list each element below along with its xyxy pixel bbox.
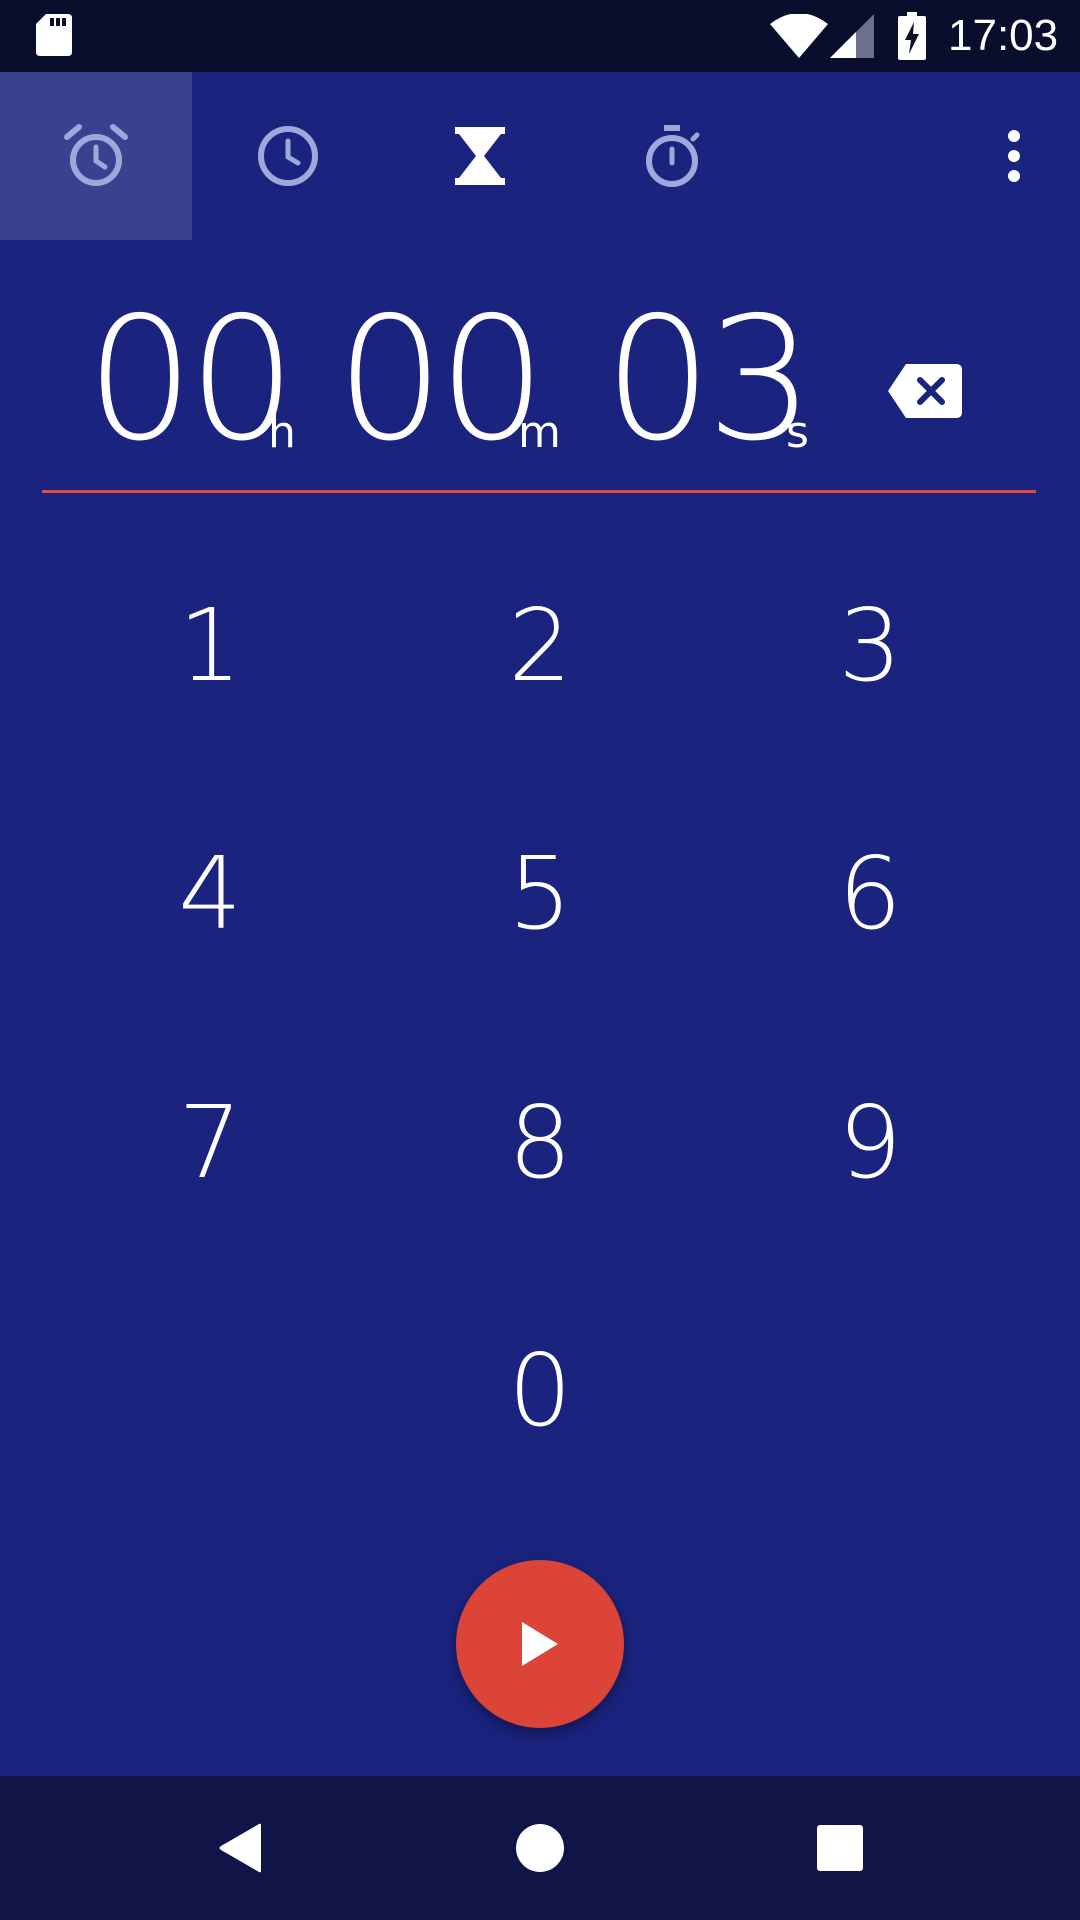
hourglass-icon xyxy=(455,127,505,185)
tab-stopwatch[interactable] xyxy=(576,72,768,240)
status-bar: 17:03 xyxy=(0,0,1080,72)
backspace-button[interactable] xyxy=(880,360,970,422)
timer-seconds: 03 xyxy=(604,281,814,479)
key-7[interactable]: 7 xyxy=(110,1062,310,1222)
key-9[interactable]: 9 xyxy=(770,1062,970,1222)
tab-alarm[interactable] xyxy=(0,72,192,240)
timer-divider xyxy=(42,490,1036,493)
home-circle-icon xyxy=(516,1824,564,1872)
timer-seconds-unit: s xyxy=(786,407,809,458)
stopwatch-icon xyxy=(646,125,700,187)
start-timer-button[interactable] xyxy=(456,1560,624,1728)
key-5[interactable]: 5 xyxy=(440,813,640,973)
tab-clock[interactable] xyxy=(192,72,384,240)
key-6[interactable]: 6 xyxy=(770,813,970,973)
nav-recents-button[interactable] xyxy=(790,1798,890,1898)
sd-card-icon xyxy=(36,14,72,56)
key-0[interactable]: 0 xyxy=(440,1310,640,1470)
more-vert-icon xyxy=(1008,130,1020,182)
timer-minutes: 00 xyxy=(336,281,546,479)
key-2[interactable]: 2 xyxy=(440,565,640,725)
timer-hours-unit: h xyxy=(268,407,296,458)
alarm-icon xyxy=(64,124,128,186)
wifi-icon xyxy=(770,14,828,58)
recents-square-icon xyxy=(817,1825,863,1871)
clock-icon xyxy=(258,126,318,186)
navigation-bar xyxy=(0,1776,1080,1920)
nav-back-button[interactable] xyxy=(190,1798,290,1898)
status-time: 17:03 xyxy=(948,11,1059,60)
nav-home-button[interactable] xyxy=(490,1798,590,1898)
key-8[interactable]: 8 xyxy=(440,1062,640,1222)
key-1[interactable]: 1 xyxy=(110,565,310,725)
play-icon xyxy=(522,1622,558,1666)
backspace-icon xyxy=(888,364,962,418)
back-triangle-icon xyxy=(219,1823,261,1873)
overflow-menu-button[interactable] xyxy=(972,72,1056,240)
timer-minutes-unit: m xyxy=(518,407,561,458)
tab-timer[interactable] xyxy=(384,72,576,240)
battery-charging-icon xyxy=(898,12,926,60)
timer-display: 00 h 00 m 03 s xyxy=(42,290,902,470)
tab-bar xyxy=(0,72,1080,240)
signal-icon xyxy=(830,14,874,58)
key-4[interactable]: 4 xyxy=(110,813,310,973)
timer-hours: 00 xyxy=(86,281,296,479)
key-3[interactable]: 3 xyxy=(770,565,970,725)
